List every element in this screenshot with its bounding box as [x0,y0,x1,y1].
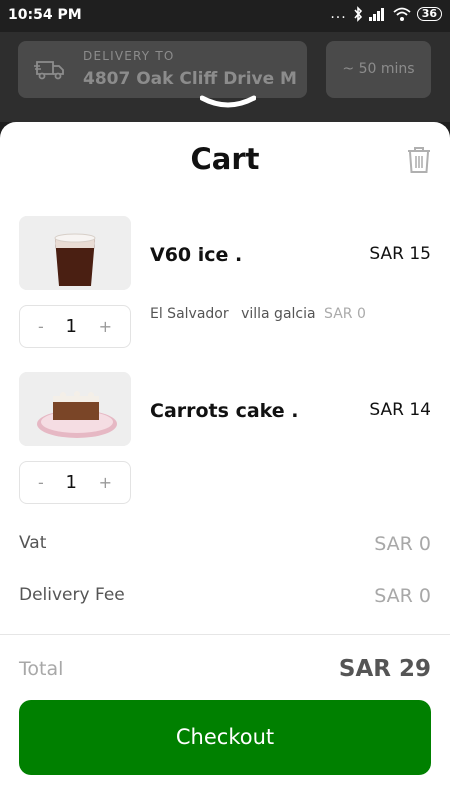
item-options: El Salvador villa galcia SAR 0 [150,306,366,322]
increment-button[interactable]: + [99,317,112,336]
option-label: El Salvador [150,306,229,322]
delivery-truck-icon [34,61,64,80]
cart-item-price: SAR 15 [369,244,431,264]
wifi-icon [393,7,411,21]
bluetooth-icon [354,6,362,22]
decrement-button[interactable]: - [38,317,44,336]
cart-item-name: Carrots cake . [150,400,299,422]
vat-row: Vat SAR 0 [19,533,431,555]
iced-coffee-image [19,216,131,290]
status-bar: 10:54 PM ... 36 [0,0,450,32]
total-value: SAR 29 [338,656,431,682]
checkout-button[interactable]: Checkout [19,700,431,775]
product-image-v60 [19,216,131,290]
cart-item-name: V60 ice . [150,244,243,266]
status-icons: ... 36 [330,6,442,22]
total-label: Total [19,658,64,680]
divider [0,634,450,635]
delivery-fee-label: Delivery Fee [19,585,125,605]
page-title: Cart [190,142,260,176]
cart-item-price: SAR 14 [369,400,431,420]
eta-badge[interactable]: ~ 50 mins [326,41,431,98]
carrot-cake-image [19,372,131,446]
option-label: villa galcia [241,306,316,322]
sheet-collapse-handle[interactable] [200,92,256,112]
delivery-fee-value: SAR 0 [374,585,431,607]
quantity-stepper: - 1 + [19,461,131,504]
vat-value: SAR 0 [374,533,431,555]
increment-button[interactable]: + [99,473,112,492]
quantity-stepper: - 1 + [19,305,131,348]
signal-icon [368,8,384,21]
trash-icon[interactable] [406,146,432,174]
delivery-address: 4807 Oak Cliff Drive ML... [83,69,298,89]
option-price: SAR 0 [324,306,366,322]
delivery-header: DELIVERY TO 4807 Oak Cliff Drive ML... ~… [0,32,450,122]
delivery-label: DELIVERY TO [83,49,175,63]
quantity-value: 1 [65,472,77,493]
delivery-address-card[interactable]: DELIVERY TO 4807 Oak Cliff Drive ML... [18,41,307,98]
cart-sheet: Cart V60 ice . SAR 15 - 1 + El Salvador … [0,122,450,800]
more-dots-icon: ... [330,6,347,22]
product-image-carrot-cake [19,372,131,446]
decrement-button[interactable]: - [38,473,44,492]
quantity-value: 1 [65,316,77,337]
delivery-fee-row: Delivery Fee SAR 0 [19,585,431,607]
vat-label: Vat [19,533,47,553]
status-time: 10:54 PM [8,7,82,23]
battery-icon: 36 [416,7,442,21]
